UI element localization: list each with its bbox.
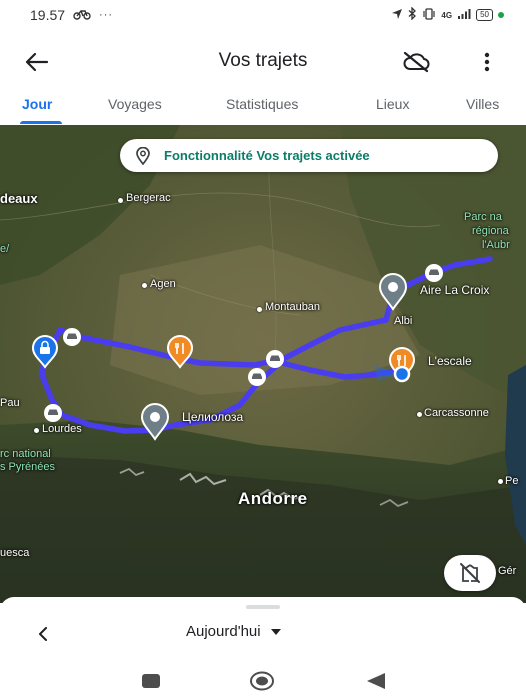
more-vert-icon bbox=[484, 52, 490, 72]
town-dot-bergerac bbox=[118, 198, 123, 203]
home-icon bbox=[250, 671, 274, 691]
town-dot-montauban bbox=[257, 307, 262, 312]
bottom-sheet: Aujourd'hui bbox=[0, 597, 526, 660]
screen: 19.57 ··· 4G 50 Vos trajets Jour Voyages… bbox=[0, 0, 526, 700]
page-title: Vos trajets bbox=[218, 50, 308, 71]
map-label-parc-aubrac-3: l'Aubr bbox=[482, 239, 510, 251]
map-label-tselioloza: Целиолоза bbox=[182, 410, 244, 424]
map-label-bordeaux: deaux bbox=[0, 191, 38, 206]
map-label-lourdes: Lourdes bbox=[42, 423, 82, 435]
system-nav-bar bbox=[0, 660, 526, 700]
recent-apps-icon bbox=[142, 674, 160, 688]
chevron-left-icon bbox=[39, 627, 47, 641]
map-label-montauban: Montauban bbox=[265, 301, 321, 313]
town-dot-carcassonne bbox=[417, 412, 422, 417]
location-off-icon bbox=[460, 563, 480, 583]
tab-lieux[interactable]: Lieux bbox=[376, 96, 409, 112]
caret-down-icon bbox=[270, 628, 281, 635]
map-label-parc-pyrenees-1: rc national bbox=[0, 448, 51, 460]
battery-icon: 50 bbox=[476, 9, 493, 21]
restaurant-pin-icon[interactable] bbox=[165, 335, 195, 369]
car-marker-icon[interactable] bbox=[247, 367, 267, 387]
car-marker-icon[interactable] bbox=[265, 349, 285, 369]
map-label-parc-pyrenees-2: s Pyrénées bbox=[0, 461, 56, 473]
tab-bar: Jour Voyages Statistiques Lieux Villes bbox=[0, 92, 526, 125]
hide-location-button[interactable] bbox=[444, 555, 496, 591]
car-marker-icon[interactable] bbox=[43, 403, 63, 423]
map-label-parc-aubrac-1: Parc na bbox=[464, 211, 502, 223]
map-label-agen: Agen bbox=[150, 278, 176, 290]
map-label-bergerac: Bergerac bbox=[126, 192, 171, 204]
location-pin-outline-icon bbox=[136, 146, 150, 165]
previous-day-button[interactable] bbox=[32, 623, 54, 645]
battery-level: 50 bbox=[480, 10, 489, 19]
dot-indicator-icon bbox=[498, 12, 504, 18]
cloud-off-button[interactable] bbox=[400, 49, 432, 75]
date-selector[interactable]: Aujourd'hui bbox=[186, 623, 281, 640]
car-marker-icon[interactable] bbox=[424, 263, 444, 283]
system-back-button[interactable] bbox=[362, 670, 390, 692]
status-bar: 19.57 ··· 4G 50 bbox=[0, 0, 526, 30]
network-type: 4G bbox=[441, 10, 453, 20]
map-label-left-edge: e/ bbox=[0, 243, 10, 255]
town-dot-lourdes bbox=[34, 428, 39, 433]
map-view[interactable]: deaux Bergerac Agen Montauban Albi Aire … bbox=[0, 125, 526, 603]
map-label-pau: Pau bbox=[0, 397, 20, 409]
more-options-button[interactable] bbox=[474, 48, 500, 76]
recent-apps-button[interactable] bbox=[137, 670, 165, 692]
place-pin-icon[interactable] bbox=[140, 403, 170, 441]
tab-villes[interactable]: Villes bbox=[466, 96, 499, 112]
map-label-lescale: L'escale bbox=[428, 354, 472, 368]
banner-text: Fonctionnalité Vos trajets activée bbox=[164, 148, 370, 163]
map-label-albi: Albi bbox=[394, 315, 413, 327]
home-button[interactable] bbox=[248, 670, 276, 692]
bluetooth-icon bbox=[408, 6, 417, 23]
map-label-gerona: Gér bbox=[498, 565, 517, 577]
location-arrow-icon bbox=[391, 8, 403, 23]
map-label-andorre: Andorre bbox=[238, 489, 308, 508]
current-location-icon bbox=[374, 365, 411, 383]
lock-pin-icon[interactable] bbox=[30, 335, 60, 369]
map-label-huesca: uesca bbox=[0, 547, 30, 559]
map-label-aire-la-croix: Aire La Croix bbox=[420, 283, 490, 297]
town-dot-agen bbox=[142, 283, 147, 288]
status-time: 19.57 bbox=[30, 7, 66, 23]
map-label-perpignan: Pe bbox=[505, 475, 519, 487]
cloud-off-icon bbox=[403, 51, 430, 73]
tab-voyages[interactable]: Voyages bbox=[108, 96, 162, 112]
tracking-enabled-banner[interactable]: Fonctionnalité Vos trajets activée bbox=[120, 139, 498, 172]
bicycle-icon bbox=[73, 8, 91, 23]
signal-icon bbox=[457, 8, 471, 23]
map-label-parc-aubrac-2: régiona bbox=[472, 225, 509, 237]
app-bar: Vos trajets bbox=[0, 30, 526, 92]
map-label-carcassonne: Carcassonne bbox=[424, 407, 489, 419]
town-dot-perpignan bbox=[498, 479, 503, 484]
drag-handle[interactable] bbox=[246, 605, 280, 609]
vibrate-icon bbox=[422, 7, 436, 23]
place-pin-icon[interactable] bbox=[378, 273, 408, 311]
back-triangle-icon bbox=[367, 673, 385, 689]
active-tab-indicator bbox=[20, 121, 62, 124]
tab-jour[interactable]: Jour bbox=[22, 96, 52, 112]
date-label: Aujourd'hui bbox=[186, 623, 261, 640]
more-dots-icon: ··· bbox=[99, 9, 114, 21]
car-marker-icon[interactable] bbox=[62, 327, 82, 347]
tab-statistiques[interactable]: Statistiques bbox=[226, 96, 298, 112]
